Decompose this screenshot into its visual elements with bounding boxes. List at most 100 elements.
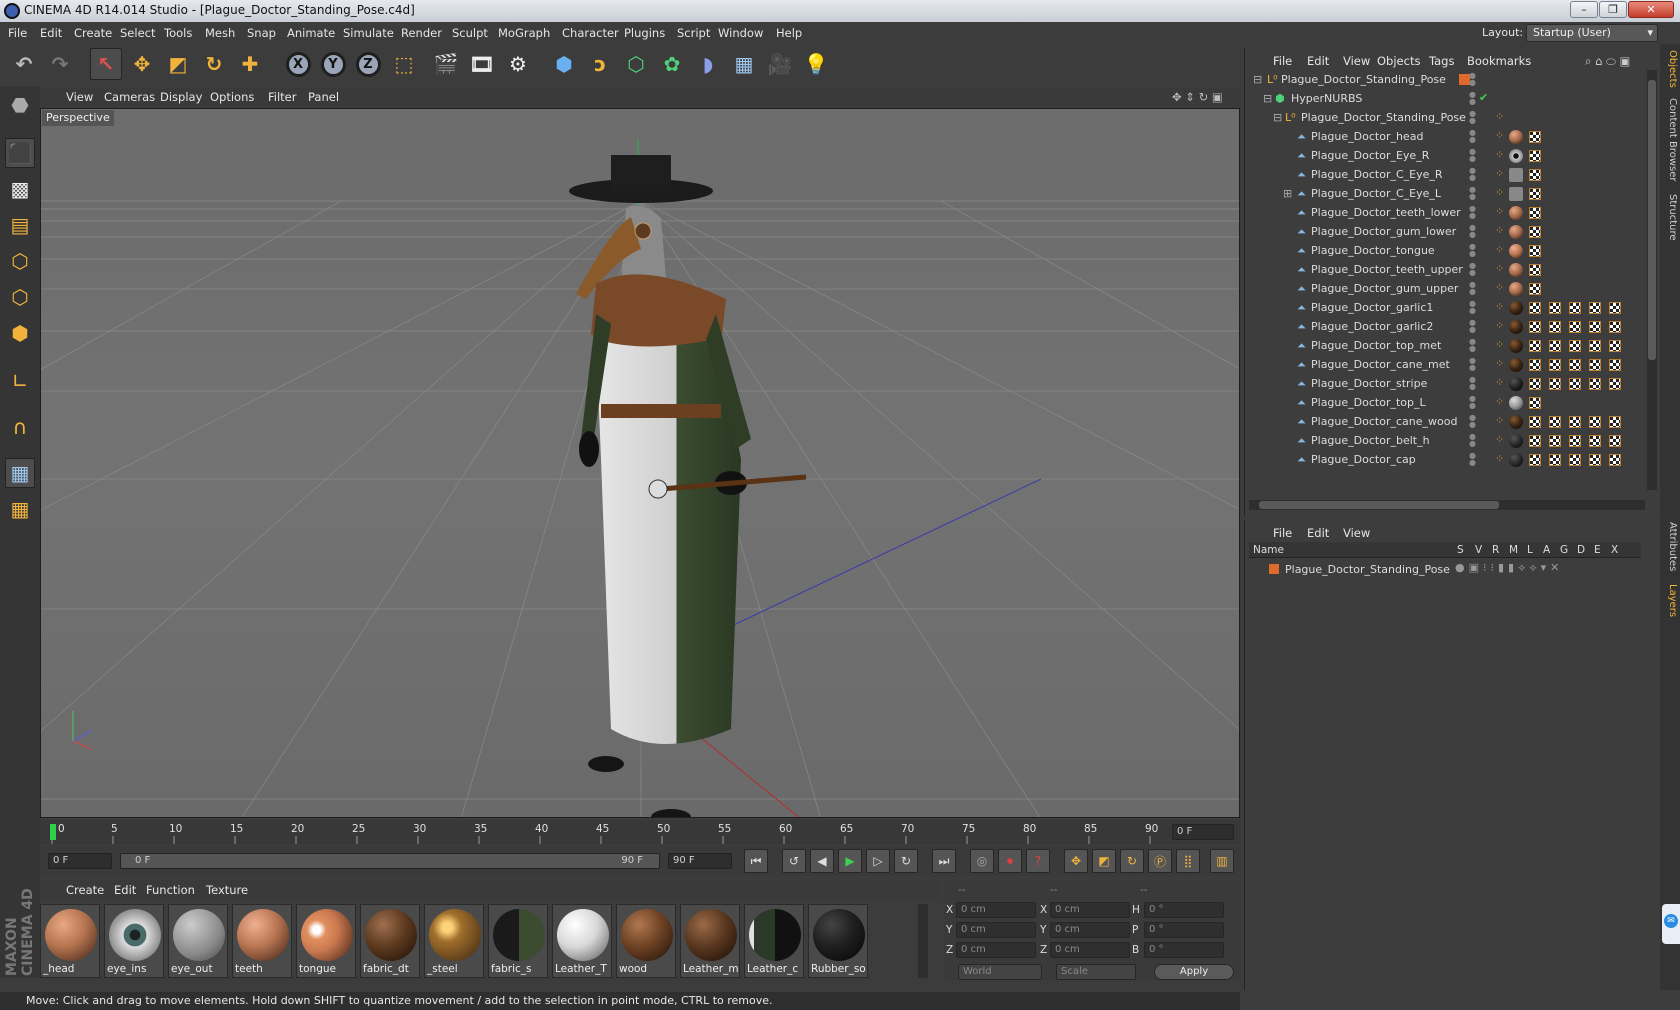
object-row[interactable]: ⏶ Plague_Doctor_garlic2 ● ● ⁘ <box>1245 317 1645 337</box>
floor-icon[interactable]: ▦ <box>728 48 760 80</box>
object-row[interactable]: ⏶ Plague_Doctor_Eye_R ● ● ⁘ <box>1245 146 1645 166</box>
material-swatch[interactable]: eye_ins <box>104 904 164 978</box>
material-tag-icon[interactable] <box>1509 244 1523 258</box>
menu-edit[interactable]: Edit <box>40 26 62 40</box>
record-keys-icon[interactable]: ◎ <box>970 849 994 873</box>
previous-key-icon[interactable]: ↺ <box>782 849 806 873</box>
light-icon[interactable]: 💡 <box>800 48 832 80</box>
visibility-dots[interactable]: ● ● <box>1469 262 1477 278</box>
material-menu-texture[interactable]: Texture <box>206 883 248 897</box>
texture-tag-icon[interactable] <box>1529 264 1541 276</box>
layers-menu-file[interactable]: File <box>1273 526 1292 540</box>
tab-structure[interactable]: Structure <box>1662 194 1678 241</box>
next-key-icon[interactable]: ↻ <box>894 849 918 873</box>
autokey-icon[interactable]: ⏺ <box>998 849 1022 873</box>
menu-snap[interactable]: Snap <box>247 26 276 40</box>
visibility-dots[interactable]: ● ● <box>1469 186 1477 202</box>
collapse-icon[interactable]: ⊟ <box>1263 92 1272 105</box>
current-frame-field[interactable]: 0 F <box>1172 824 1234 840</box>
menu-character[interactable]: Character <box>562 26 619 40</box>
layer-row[interactable]: Plague_Doctor_Standing_Pose ●▣⁝⁝▮▮⟡⟡▾✕ <box>1249 560 1641 580</box>
object-row[interactable]: ⏶ Plague_Doctor_cane_wood ● ● ⁘ <box>1245 412 1645 432</box>
visibility-dots[interactable]: ● ● <box>1469 167 1477 183</box>
support-widget-button[interactable]: ✉ <box>1662 904 1680 944</box>
texture-tag-icon[interactable] <box>1529 435 1541 447</box>
deformer-icon[interactable]: ◗ <box>692 48 724 80</box>
object-vertical-scrollbar[interactable] <box>1647 70 1657 490</box>
material-tag-icon[interactable] <box>1509 206 1523 220</box>
material-menu-function[interactable]: Function <box>146 883 195 897</box>
texture-tag-icon[interactable] <box>1569 359 1581 371</box>
visibility-dots[interactable]: ● ● <box>1469 91 1477 107</box>
texture-tag-icon[interactable] <box>1569 416 1581 428</box>
rotate-icon[interactable]: ↻ <box>198 48 230 80</box>
object-horizontal-scrollbar[interactable] <box>1249 500 1645 510</box>
layer-toggles[interactable]: ●▣⁝⁝▮▮⟡⟡▾✕ <box>1455 561 1563 575</box>
render-settings-icon[interactable]: ⚙ <box>502 48 534 80</box>
object-row[interactable]: ⊞ ⏶ Plague_Doctor_C_Eye_L ● ● ⁘ <box>1245 184 1645 204</box>
material-tag-icon[interactable] <box>1509 396 1523 410</box>
goto-end-icon[interactable]: ⏭ <box>932 849 956 873</box>
collapse-icon[interactable]: ⊟ <box>1273 111 1282 124</box>
texture-mode-icon[interactable]: ▩ <box>5 174 35 204</box>
visibility-dots[interactable]: ● ● <box>1469 376 1477 392</box>
soft-selection-icon[interactable]: ▦ <box>5 494 35 524</box>
phong-tag-icon[interactable]: ⁘ <box>1495 300 1504 313</box>
make-editable-icon[interactable]: ⬣ <box>5 90 35 120</box>
collapse-icon[interactable]: ⊟ <box>1253 73 1262 86</box>
texture-tag-icon[interactable] <box>1529 359 1541 371</box>
live-selection-icon[interactable]: ↖ <box>90 48 122 80</box>
model-mode-icon[interactable]: ⬛ <box>5 138 35 168</box>
texture-tag-icon[interactable] <box>1549 359 1561 371</box>
object-row[interactable]: ⊟ ⬢ HyperNURBS ● ● ✔ <box>1245 89 1645 109</box>
tab-layers[interactable]: Layers <box>1662 584 1678 617</box>
phong-tag-icon[interactable]: ⁘ <box>1495 338 1504 351</box>
visibility-dots[interactable]: ● ● <box>1469 224 1477 240</box>
viewport-menu-panel[interactable]: Panel <box>308 90 339 104</box>
material-swatch[interactable]: eye_out <box>168 904 228 978</box>
objects-search-icon[interactable]: ⌕ ⌂ ⬭ ▣ <box>1585 54 1630 69</box>
x-axis-icon[interactable]: X <box>282 48 314 80</box>
viewport-menu-filter[interactable]: Filter <box>268 90 296 104</box>
menu-window[interactable]: Window <box>718 26 763 40</box>
expand-icon[interactable]: ⊞ <box>1283 187 1292 200</box>
menu-mograph[interactable]: MoGraph <box>498 26 550 40</box>
goto-start-icon[interactable]: ⏮ <box>744 849 768 873</box>
material-swatch[interactable]: fabric_s <box>488 904 548 978</box>
material-tag-icon[interactable] <box>1509 282 1523 296</box>
texture-tag-icon[interactable] <box>1549 378 1561 390</box>
texture-tag-icon[interactable] <box>1529 321 1541 333</box>
texture-tag-icon[interactable] <box>1589 435 1601 447</box>
texture-tag-icon[interactable] <box>1529 340 1541 352</box>
objects-menu-bookmarks[interactable]: Bookmarks <box>1467 54 1531 68</box>
edges-mode-icon[interactable]: ⬡ <box>5 282 35 312</box>
visibility-dots[interactable]: ● ● <box>1469 395 1477 411</box>
texture-tag-icon[interactable] <box>1609 416 1621 428</box>
menu-select[interactable]: Select <box>120 26 155 40</box>
menu-simulate[interactable]: Simulate <box>343 26 394 40</box>
object-row[interactable]: ⏶ Plague_Doctor_gum_lower ● ● ⁘ <box>1245 222 1645 242</box>
visibility-dots[interactable]: ● ● <box>1469 319 1477 335</box>
material-swatch[interactable]: teeth <box>232 904 292 978</box>
texture-tag-icon[interactable] <box>1549 321 1561 333</box>
menu-create[interactable]: Create <box>74 26 112 40</box>
previous-frame-icon[interactable]: ◀ <box>810 849 834 873</box>
scroll-thumb[interactable] <box>1648 80 1656 360</box>
object-row[interactable]: ⏶ Plague_Doctor_top_met ● ● ⁘ <box>1245 336 1645 356</box>
object-row[interactable]: ⏶ Plague_Doctor_teeth_lower ● ● ⁘ <box>1245 203 1645 223</box>
texture-tag-icon[interactable] <box>1529 283 1541 295</box>
visibility-dots[interactable]: ● ● <box>1469 357 1477 373</box>
texture-tag-icon[interactable] <box>1549 435 1561 447</box>
polygons-mode-icon[interactable]: ⬢ <box>5 318 35 348</box>
objects-menu-view[interactable]: View <box>1343 54 1370 68</box>
material-swatch[interactable]: Leather_T <box>552 904 612 978</box>
size-mode-dropdown[interactable]: Scale <box>1056 964 1136 980</box>
texture-tag-icon[interactable] <box>1609 454 1621 466</box>
objects-menu-objects[interactable]: Objects <box>1377 54 1420 68</box>
texture-tag-icon[interactable] <box>1589 454 1601 466</box>
phong-tag-icon[interactable]: ⁘ <box>1495 243 1504 256</box>
object-row[interactable]: ⏶ Plague_Doctor_head ● ● ⁘ <box>1245 127 1645 147</box>
texture-tag-icon[interactable] <box>1569 302 1581 314</box>
position-y-field[interactable]: 0 cm <box>956 922 1036 938</box>
texture-tag-icon[interactable] <box>1609 435 1621 447</box>
